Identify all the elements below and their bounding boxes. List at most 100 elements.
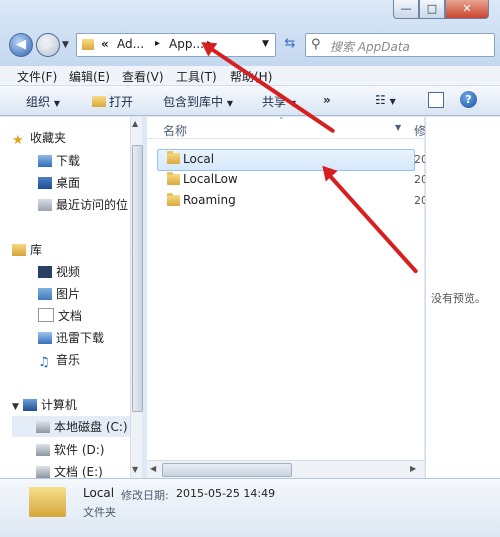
details-name: Local	[83, 486, 115, 500]
hard-drive-icon	[36, 444, 50, 456]
download-icon	[38, 332, 52, 344]
scroll-left-icon[interactable]: ◀	[150, 464, 156, 473]
preview-pane-button[interactable]	[428, 92, 444, 108]
scroll-up-icon[interactable]: ▲	[132, 119, 138, 128]
menu-file[interactable]: 文件(F)	[17, 68, 57, 85]
document-icon	[38, 308, 54, 322]
breadcrumb-overflow[interactable]: «	[101, 37, 109, 51]
back-button[interactable]: ◀	[9, 33, 33, 57]
sidebar-item-label: 文档	[58, 309, 83, 323]
menu-tools[interactable]: 工具(T)	[176, 68, 217, 85]
sidebar-libraries-label: 库	[30, 243, 43, 257]
sidebar-item-label: 音乐	[56, 353, 81, 367]
include-in-library-button[interactable]: 包含到库中 ▼	[163, 93, 233, 110]
sidebar-item-videos[interactable]: 视频	[38, 263, 80, 280]
breadcrumb-separator[interactable]: ▸	[155, 38, 160, 49]
close-button[interactable]: ✕	[445, 0, 489, 19]
picture-icon	[38, 288, 52, 300]
include-in-library-label: 包含到库中	[163, 95, 224, 109]
column-header: 名称 ⌃ ▼ 修	[147, 116, 426, 139]
menu-view[interactable]: 查看(V)	[122, 68, 164, 85]
folder-icon	[167, 151, 180, 164]
sidebar-item-drive-c[interactable]: 本地磁盘 (C:)	[12, 416, 130, 437]
sidebar-item-label: 最近访问的位	[56, 198, 129, 212]
open-folder-icon	[92, 96, 106, 107]
view-grid-icon: ☷	[375, 93, 386, 107]
sidebar-item-label: 软件 (D:)	[54, 443, 105, 457]
sidebar-item-label: 视频	[56, 265, 81, 279]
search-box[interactable]: 搜索 AppData ⚲	[305, 33, 495, 57]
preview-pane: 没有预览。	[425, 117, 500, 478]
sidebar-favorites[interactable]: ★ 收藏夹	[12, 129, 67, 148]
video-icon	[38, 266, 52, 278]
folder-icon	[82, 39, 94, 50]
sidebar-item-music[interactable]: ♫ 音乐	[38, 351, 81, 370]
help-icon[interactable]: ?	[460, 91, 477, 108]
refresh-button[interactable]: ⇆	[279, 33, 301, 57]
sidebar-item-label: 文档 (E:)	[54, 465, 103, 479]
scroll-thumb[interactable]	[162, 463, 292, 477]
folder-icon	[167, 193, 180, 206]
breadcrumb-item[interactable]: Ad...	[117, 37, 144, 51]
maximize-button[interactable]: □	[419, 0, 445, 19]
folder-icon	[167, 172, 180, 185]
organize-label: 组织	[26, 95, 51, 109]
file-list: Local 20 LocalLow 20 Roaming 20	[147, 117, 428, 478]
download-folder-icon	[38, 155, 52, 167]
sidebar-item-label: 迅雷下载	[56, 331, 105, 345]
details-type: 文件夹	[83, 506, 116, 519]
sidebar-computer-label: 计算机	[40, 398, 77, 412]
navigation-pane: ★ 收藏夹 下载 桌面 最近访问的位 库 视频 图片 文档 迅雷下载 ♫ 音乐 ▼ 计…	[0, 117, 130, 479]
forward-button[interactable]: ▶	[36, 33, 60, 57]
star-icon: ★	[12, 133, 24, 148]
horizontal-scrollbar[interactable]: ◀ ▶	[147, 460, 424, 478]
address-dropdown-icon[interactable]: ▼	[262, 39, 269, 49]
sidebar-item-desktop[interactable]: 桌面	[38, 174, 80, 191]
sidebar-item-label: 桌面	[56, 176, 81, 190]
scroll-down-icon[interactable]: ▼	[132, 465, 138, 474]
music-note-icon: ♫	[38, 355, 50, 370]
large-folder-icon	[29, 487, 66, 517]
column-dropdown-icon[interactable]: ▼	[395, 123, 401, 132]
sidebar-item-label: 本地磁盘 (C:)	[54, 420, 128, 434]
details-modified-value: 2015-05-25 14:49	[176, 487, 276, 500]
sidebar-item-drive-d[interactable]: 软件 (D:)	[36, 441, 104, 458]
preview-empty-text: 没有预览。	[431, 292, 486, 305]
minimize-button[interactable]: —	[393, 0, 419, 19]
sidebar-item-documents[interactable]: 文档	[38, 307, 82, 324]
recent-pages-dropdown[interactable]: ▼	[62, 40, 69, 50]
command-bar: 组织 ▼ 打开 包含到库中 ▼ 共享 ▼ » ☷ ▼ ?	[0, 86, 500, 116]
computer-icon	[22, 399, 37, 411]
sidebar-item-label: 下载	[56, 154, 81, 168]
address-bar[interactable]: « Ad... ▸ App... ▸ ▼	[76, 33, 276, 57]
open-button[interactable]: 打开	[92, 93, 133, 110]
view-options-button[interactable]: ☷ ▼	[375, 93, 396, 107]
sort-arrow-icon: ⌃	[278, 116, 285, 125]
file-name[interactable]: Roaming	[183, 193, 236, 207]
sidebar-item-recent[interactable]: 最近访问的位	[38, 196, 128, 213]
search-icon: ⚲	[311, 37, 321, 52]
sidebar-computer[interactable]: ▼ 计算机	[12, 396, 77, 413]
file-name[interactable]: LocalLow	[183, 172, 238, 186]
sidebar-item-downloads[interactable]: 下载	[38, 152, 80, 169]
file-name[interactable]: Local	[183, 152, 214, 166]
sidebar-item-xunlei[interactable]: 迅雷下载	[38, 329, 104, 346]
search-input[interactable]: 搜索 AppData	[330, 38, 410, 55]
sidebar-item-pictures[interactable]: 图片	[38, 285, 80, 302]
scroll-thumb[interactable]	[132, 145, 143, 412]
sidebar-item-label: 图片	[56, 287, 81, 301]
details-pane: Local 修改日期: 2015-05-25 14:49 文件夹	[0, 478, 500, 537]
menu-edit[interactable]: 编辑(E)	[69, 68, 110, 85]
details-modified-label: 修改日期:	[121, 489, 169, 502]
library-icon	[12, 244, 26, 256]
sidebar-libraries[interactable]: 库	[12, 241, 42, 258]
recent-places-icon	[38, 199, 52, 211]
sidebar-favorites-label: 收藏夹	[30, 131, 67, 145]
organize-button[interactable]: 组织 ▼	[26, 93, 60, 110]
navigation-pane-scrollbar[interactable]: ▲ ▼	[130, 117, 143, 478]
more-commands-button[interactable]: »	[323, 93, 331, 107]
desktop-icon	[38, 177, 52, 189]
hard-drive-icon	[36, 466, 50, 478]
column-name[interactable]: 名称	[163, 122, 187, 139]
scroll-right-icon[interactable]: ▶	[410, 464, 416, 473]
